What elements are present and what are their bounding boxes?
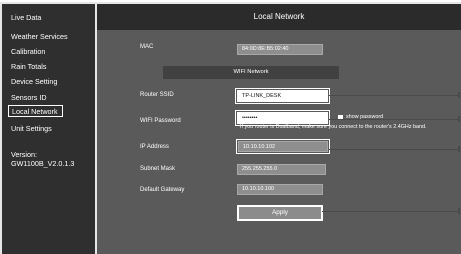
router-ssid-input[interactable] (235, 88, 330, 104)
subnet-mask-label: Subnet Mask (140, 166, 176, 172)
ip-address-label: IP Address (140, 144, 169, 150)
sidebar-item-weather-services[interactable]: Weather Services (11, 32, 68, 41)
sidebar-item-calibration[interactable]: Calibration (11, 47, 45, 56)
main-content: Local Network MAC 84:0D:8E:B5:02:40 WIFI… (97, 4, 461, 254)
sidebar-item-live-data[interactable]: Live Data (11, 13, 41, 22)
version-info: Version: GW1100B_V2.0.1.3 (11, 150, 75, 168)
mac-field: 84:0D:8E:B5:02:40 (237, 44, 323, 55)
sidebar-item-rain-totals[interactable]: Rain Totals (11, 62, 46, 71)
sidebar-item-unit-settings[interactable]: Unit Settings (11, 124, 52, 133)
subnet-mask-field: 255.255.255.0 (237, 164, 326, 175)
callout-ip-end (458, 146, 460, 152)
default-gateway-label: Default Gateway (140, 187, 185, 193)
sidebar: Live Data Weather Services Calibration R… (2, 4, 95, 254)
callout-ip-line (329, 149, 459, 150)
wifi-section-title: WIFI Network (163, 66, 339, 79)
router-ssid-label: Router SSID (140, 92, 174, 98)
wifi-password-input[interactable] (235, 110, 330, 126)
sidebar-item-local-network[interactable]: Local Network (8, 105, 63, 117)
sidebar-item-device-setting[interactable]: Device Setting (11, 77, 57, 86)
callout-apply-end (458, 208, 460, 214)
dualband-hint: If you router is Dualband, make sure you… (240, 124, 427, 130)
callout-apply-line (322, 211, 459, 212)
default-gateway-field: 10.10.10.100 (237, 184, 323, 195)
callout-password-line (329, 119, 459, 120)
apply-button[interactable]: Apply (237, 205, 323, 221)
page-title: Local Network (97, 4, 461, 30)
sidebar-item-sensors-id[interactable]: Sensors ID (11, 93, 47, 102)
mac-label: MAC (140, 44, 154, 50)
callout-password-end (458, 116, 460, 122)
callout-ssid-line (329, 95, 459, 96)
callout-ssid-end (458, 92, 460, 98)
ip-address-input[interactable] (236, 139, 330, 154)
wifi-password-label: WIFI Password (140, 118, 181, 124)
version-value: GW1100B_V2.0.1.3 (11, 158, 75, 168)
